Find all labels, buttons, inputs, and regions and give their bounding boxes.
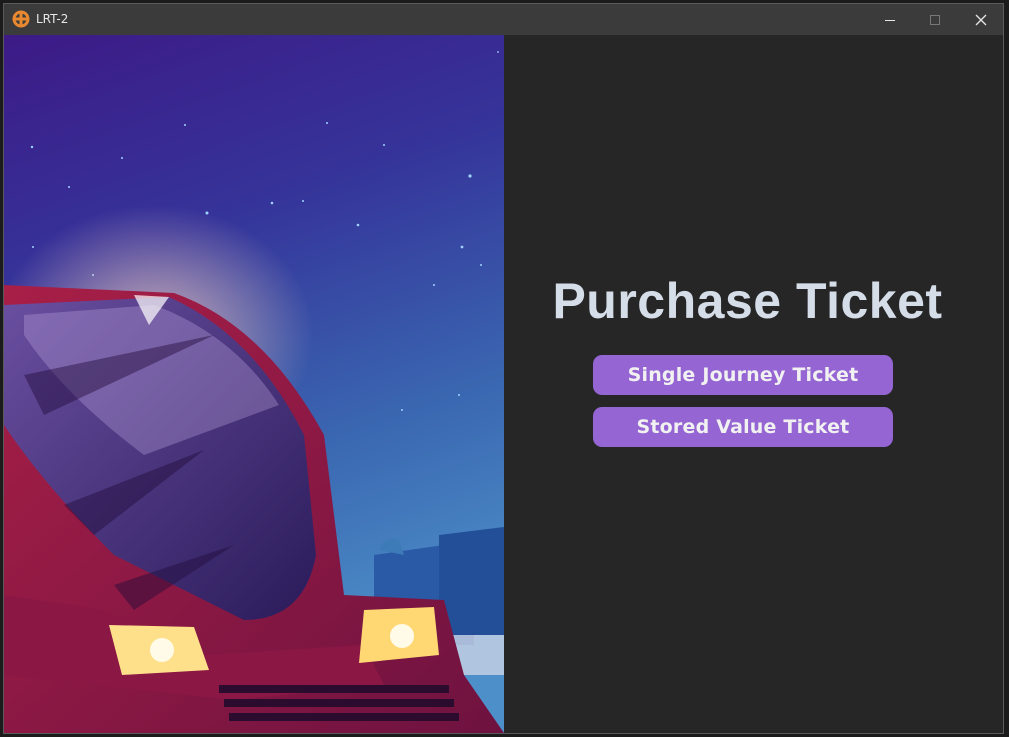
night-train-illustration: [4, 35, 504, 733]
title-bar[interactable]: LRT-2: [4, 4, 1003, 35]
minimize-button[interactable]: [867, 4, 913, 35]
single-journey-ticket-button[interactable]: Single Journey Ticket: [593, 355, 893, 395]
window-title: LRT-2: [36, 12, 69, 26]
app-window: LRT-2 Purchase Ticket Single Journey Tic…: [3, 3, 1004, 734]
lrt-logo-icon: [12, 10, 30, 28]
close-icon: [975, 14, 987, 25]
content-area: Purchase Ticket Single Journey Ticket St…: [4, 35, 1003, 733]
stored-value-ticket-button[interactable]: Stored Value Ticket: [593, 407, 893, 447]
page-title: Purchase Ticket: [552, 273, 943, 329]
minimize-icon: [885, 19, 895, 21]
close-button[interactable]: [958, 4, 1003, 35]
maximize-button[interactable]: [912, 4, 958, 35]
maximize-icon: [930, 14, 940, 25]
